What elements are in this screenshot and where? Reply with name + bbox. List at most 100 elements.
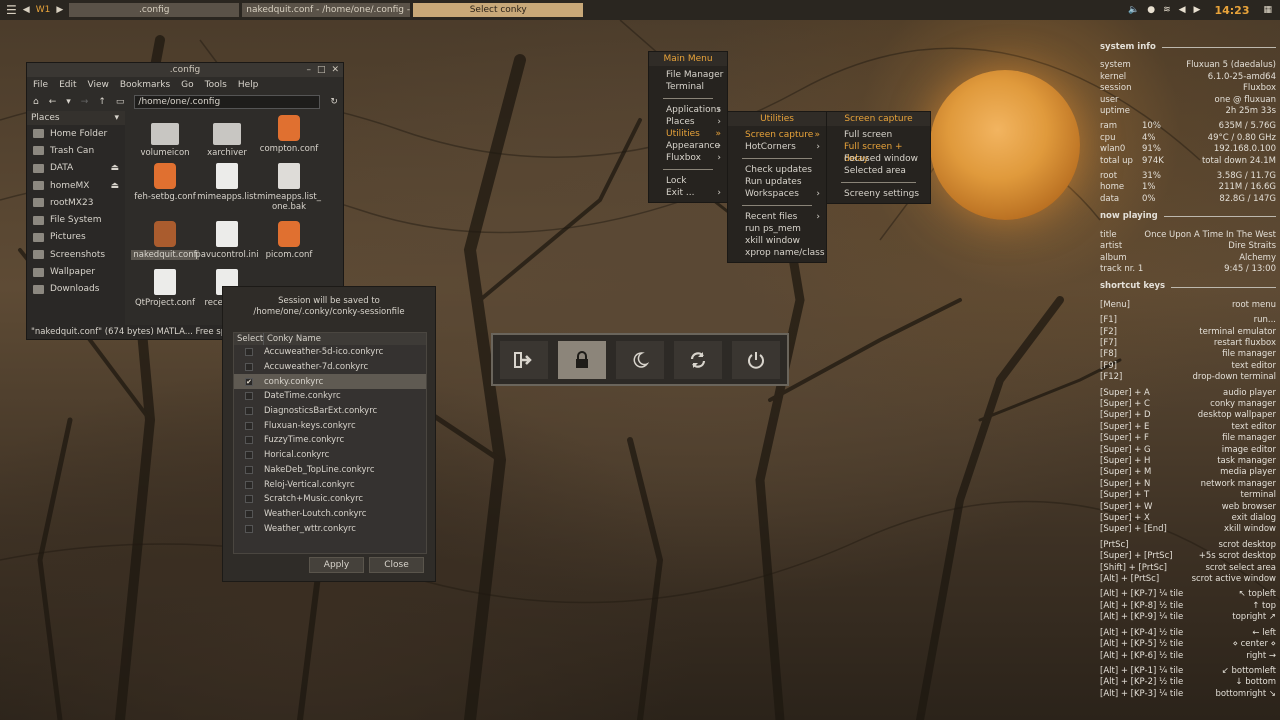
menu-item-workspaces[interactable]: Workspaces › bbox=[728, 188, 826, 200]
select-checkbox[interactable] bbox=[245, 524, 253, 533]
logout-button[interactable] bbox=[500, 340, 548, 379]
select-checkbox[interactable] bbox=[245, 421, 253, 430]
menu-item-screen-capture[interactable]: Screen capture» bbox=[728, 129, 826, 141]
file-item[interactable]: mimeapps.list_ one.bak bbox=[255, 163, 323, 212]
menu-item-applications[interactable]: Applications › bbox=[649, 104, 727, 116]
window-titlebar[interactable]: .config – □ ✕ bbox=[27, 63, 343, 77]
select-checkbox[interactable]: ✔ bbox=[245, 377, 253, 386]
drive-icon[interactable]: ▭ bbox=[116, 97, 125, 107]
file-item[interactable]: picom.conf bbox=[255, 221, 323, 260]
select-checkbox[interactable] bbox=[245, 348, 253, 357]
select-checkbox[interactable] bbox=[245, 480, 253, 489]
menu-item-xkill[interactable]: xkill window bbox=[728, 235, 826, 247]
menu-tools[interactable]: Tools bbox=[205, 80, 227, 90]
table-row[interactable]: Fluxuan-keys.conkyrc bbox=[234, 418, 426, 433]
menu-go[interactable]: Go bbox=[181, 80, 193, 90]
path-input[interactable]: /home/one/.config bbox=[134, 95, 321, 109]
place-home[interactable]: Home Folder bbox=[27, 125, 125, 142]
refresh-icon[interactable]: ↻ bbox=[330, 97, 338, 107]
home-icon[interactable]: ⌂ bbox=[33, 97, 39, 107]
place-pictures[interactable]: Pictures bbox=[27, 229, 125, 246]
table-row[interactable]: ✔ conky.conkyrc bbox=[234, 374, 426, 390]
task-geany[interactable]: nakedquit.conf - /home/one/.config - Gea bbox=[242, 3, 411, 17]
close-icon[interactable]: ✕ bbox=[331, 63, 339, 77]
table-row[interactable]: Horical.conkyrc bbox=[234, 448, 426, 463]
wifi-icon[interactable]: ≋ bbox=[1163, 5, 1171, 15]
menu-item-appearance[interactable]: Appearance › bbox=[649, 140, 727, 152]
file-item[interactable]: pavucontrol.ini bbox=[193, 221, 261, 260]
select-checkbox[interactable] bbox=[245, 436, 253, 445]
root-menu-icon[interactable]: ☰ bbox=[6, 3, 17, 17]
menu-item-full-screen-delay[interactable]: Full screen + delay bbox=[827, 141, 930, 164]
file-item[interactable]: xarchiver bbox=[193, 119, 261, 158]
shutdown-button[interactable] bbox=[732, 340, 780, 379]
tray-next-icon[interactable]: ▶ bbox=[1194, 5, 1201, 15]
task-config[interactable]: .config bbox=[69, 3, 240, 17]
menu-item-focused-window[interactable]: Focused window bbox=[827, 153, 930, 165]
menu-item-utilities[interactable]: Utilities » bbox=[649, 128, 727, 140]
menu-item-ps-mem[interactable]: run ps_mem bbox=[728, 223, 826, 235]
select-checkbox[interactable] bbox=[245, 363, 253, 372]
select-checkbox[interactable] bbox=[245, 495, 253, 504]
menu-item-xprop[interactable]: xprop name/class bbox=[728, 247, 826, 259]
update-icon[interactable]: ● bbox=[1147, 5, 1155, 15]
lock-button[interactable] bbox=[558, 340, 606, 379]
table-row[interactable]: Reloj-Vertical.conkyrc bbox=[234, 477, 426, 492]
select-checkbox[interactable] bbox=[245, 451, 253, 460]
menu-item-screeny-settings[interactable]: Screeny settings bbox=[827, 188, 930, 200]
table-row[interactable]: Weather-Loutch.conkyrc bbox=[234, 507, 426, 522]
eject-icon[interactable]: ⏏ bbox=[110, 181, 119, 191]
file-item[interactable]: volumeicon bbox=[131, 119, 199, 158]
workspace-name[interactable]: W1 bbox=[36, 5, 51, 15]
menu-item-check-updates[interactable]: Check updates bbox=[728, 164, 826, 176]
table-row[interactable]: Scratch+Music.conkyrc bbox=[234, 492, 426, 507]
file-item[interactable]: feh-setbg.conf bbox=[131, 163, 199, 202]
places-header[interactable]: Places ▾ bbox=[27, 111, 125, 125]
table-row[interactable]: Weather_wttr.conkyrc bbox=[234, 521, 426, 536]
menu-item-places[interactable]: Places › bbox=[649, 116, 727, 128]
table-row[interactable]: NakeDeb_TopLine.conkyrc bbox=[234, 463, 426, 478]
select-checkbox[interactable] bbox=[245, 509, 253, 518]
reboot-button[interactable] bbox=[674, 340, 722, 379]
place-rootmx23[interactable]: rootMX23 bbox=[27, 194, 125, 211]
grid-icon[interactable]: ▦ bbox=[1263, 5, 1272, 15]
place-homemx[interactable]: homeMX ⏏ bbox=[27, 177, 125, 194]
task-select-conky[interactable]: Select conky bbox=[413, 3, 584, 17]
prev-workspace-icon[interactable]: ◀ bbox=[23, 5, 30, 15]
file-item[interactable]: mimeapps.list bbox=[193, 163, 261, 202]
menu-item-file-manager[interactable]: File Manager bbox=[649, 69, 727, 81]
table-row[interactable]: DateTime.conkyrc bbox=[234, 389, 426, 404]
place-filesystem[interactable]: File System bbox=[27, 211, 125, 228]
up-icon[interactable]: ↑ bbox=[98, 97, 106, 107]
menu-item-recent-files[interactable]: Recent files › bbox=[728, 211, 826, 223]
apply-button[interactable]: Apply bbox=[309, 557, 364, 573]
forward-icon[interactable]: → bbox=[81, 97, 89, 107]
table-row[interactable]: Accuweather-5d-ico.conkyrc bbox=[234, 345, 426, 360]
close-button[interactable]: Close bbox=[369, 557, 424, 573]
history-icon[interactable]: ▾ bbox=[66, 97, 71, 107]
menu-file[interactable]: File bbox=[33, 80, 48, 90]
select-checkbox[interactable] bbox=[245, 392, 253, 401]
maximize-icon[interactable]: □ bbox=[317, 63, 326, 77]
menu-item-fluxbox[interactable]: Fluxbox › bbox=[649, 152, 727, 164]
place-data[interactable]: DATA ⏏ bbox=[27, 160, 125, 177]
table-row[interactable]: FuzzyTime.conkyrc bbox=[234, 433, 426, 448]
dropdown-icon[interactable]: ▾ bbox=[114, 111, 119, 125]
place-downloads[interactable]: Downloads bbox=[27, 281, 125, 298]
back-icon[interactable]: ← bbox=[49, 97, 57, 107]
col-conky-name[interactable]: Conky Name bbox=[264, 333, 321, 345]
place-wallpaper[interactable]: Wallpaper bbox=[27, 263, 125, 280]
next-workspace-icon[interactable]: ▶ bbox=[56, 5, 63, 15]
menu-view[interactable]: View bbox=[88, 80, 109, 90]
minimize-icon[interactable]: – bbox=[306, 63, 311, 77]
menu-help[interactable]: Help bbox=[238, 80, 259, 90]
menu-bookmarks[interactable]: Bookmarks bbox=[120, 80, 170, 90]
menu-item-lock[interactable]: Lock bbox=[649, 175, 727, 187]
suspend-button[interactable] bbox=[616, 340, 664, 379]
select-checkbox[interactable] bbox=[245, 465, 253, 474]
menu-item-selected-area[interactable]: Selected area bbox=[827, 165, 930, 177]
menu-item-run-updates[interactable]: Run updates bbox=[728, 176, 826, 188]
tray-prev-icon[interactable]: ◀ bbox=[1179, 5, 1186, 15]
file-item-selected[interactable]: nakedquit.conf bbox=[131, 221, 199, 260]
file-item[interactable]: QtProject.conf bbox=[131, 269, 199, 308]
